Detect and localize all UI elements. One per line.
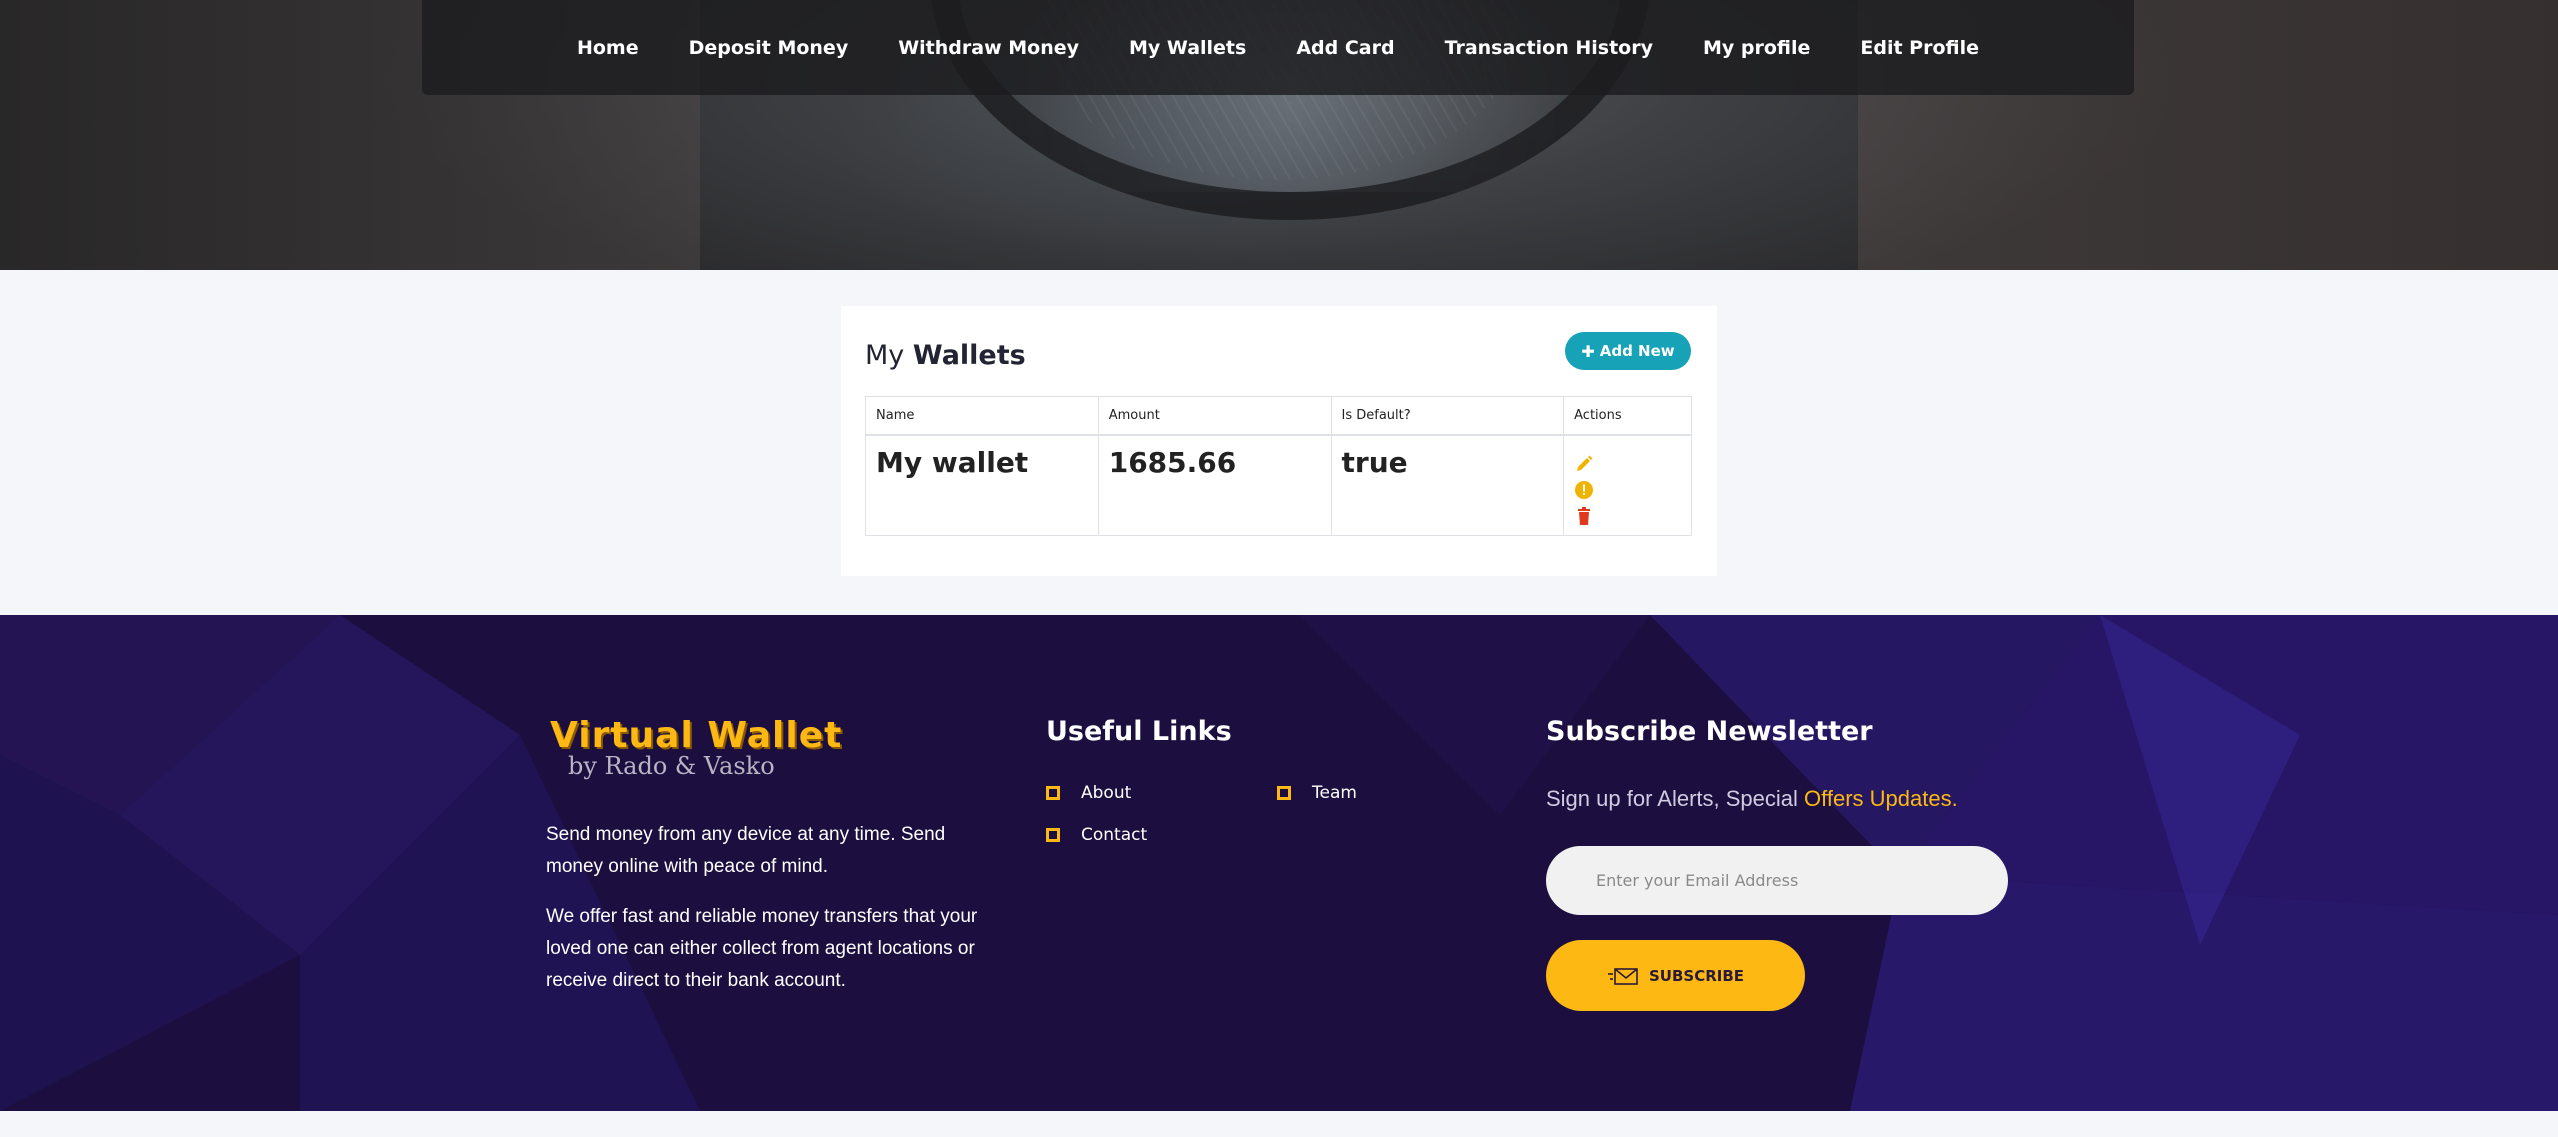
footer-link-label: Contact [1081,825,1148,845]
column-header-name: Name [865,396,1099,436]
newsletter-heading: Subscribe Newsletter [1546,716,1873,747]
useful-links-heading: Useful Links [1046,716,1232,747]
add-new-button[interactable]: ✚ Add New [1565,332,1691,370]
wallet-default-cell: true [1330,434,1565,536]
table-row: My wallet 1685.66 true [865,434,1692,536]
subscribe-button[interactable]: SUBSCRIBE [1546,940,1805,1011]
alert-circle-icon[interactable] [1574,474,1594,499]
main-content: My Wallets ✚ Add New Name Amount Is Defa… [0,270,2558,615]
square-bullet-icon [1046,828,1060,842]
wallets-table: Name Amount Is Default? Actions My walle… [865,396,1692,536]
about-paragraph-1: Send money from any device at any time. … [546,824,946,877]
footer-logo: Virtual Wallet by Rado & Vasko [550,715,842,780]
table-header-row: Name Amount Is Default? Actions [865,396,1692,436]
wallet-amount-cell: 1685.66 [1097,434,1332,536]
nav-deposit-money[interactable]: Deposit Money [664,37,874,59]
main-navbar: Home Deposit Money Withdraw Money My Wal… [422,0,2134,95]
nav-edit-profile[interactable]: Edit Profile [1835,37,2004,59]
column-header-actions: Actions [1563,396,1692,436]
nav-my-wallets[interactable]: My Wallets [1104,37,1271,59]
site-footer: Virtual Wallet by Rado & Vasko Send mone… [0,615,2558,1111]
page-title: My Wallets [865,340,1026,371]
wallets-card: My Wallets ✚ Add New Name Amount Is Defa… [841,306,1717,576]
wallet-actions-cell [1563,434,1692,536]
trash-icon[interactable] [1574,500,1594,525]
plus-icon: ✚ [1581,341,1595,361]
square-bullet-icon [1277,786,1291,800]
nav-transaction-history[interactable]: Transaction History [1420,37,1678,59]
wallet-name-cell: My wallet [865,434,1099,536]
title-bold: Wallets [912,340,1026,371]
subscribe-label: SUBSCRIBE [1648,966,1745,985]
footer-link-label: About [1081,783,1132,803]
title-prefix: My [865,340,905,371]
square-bullet-icon [1046,786,1060,800]
column-header-is-default: Is Default? [1330,396,1565,436]
newsletter-description: Sign up for Alerts, Special Offers Updat… [1546,786,1958,812]
footer-link-team[interactable]: Team [1277,783,1357,803]
nav-withdraw-money[interactable]: Withdraw Money [873,37,1104,59]
signup-text: Sign up for Alerts, Special [1546,786,1805,811]
nav-home[interactable]: Home [552,37,664,59]
nav-add-card[interactable]: Add Card [1271,37,1419,59]
signup-highlight: Offers Updates. [1804,786,1958,811]
footer-link-contact[interactable]: Contact [1046,825,1147,845]
about-paragraph-2: We offer fast and reliable money transfe… [546,906,978,991]
envelope-icon [1607,967,1638,985]
email-input[interactable] [1546,846,2008,915]
footer-link-label: Team [1312,783,1357,803]
footer-link-about[interactable]: About [1046,783,1131,803]
logo-subtitle: by Rado & Vasko [568,752,775,780]
pencil-icon[interactable] [1574,448,1594,471]
footer-polygon-background [0,615,2558,1111]
page-bottom-strip [0,1111,2558,1137]
column-header-amount: Amount [1097,396,1332,436]
logo-title: Virtual Wallet [550,715,843,756]
add-new-label: Add New [1599,342,1675,360]
hero-banner: Home Deposit Money Withdraw Money My Wal… [0,0,2558,270]
nav-my-profile[interactable]: My profile [1678,37,1835,59]
